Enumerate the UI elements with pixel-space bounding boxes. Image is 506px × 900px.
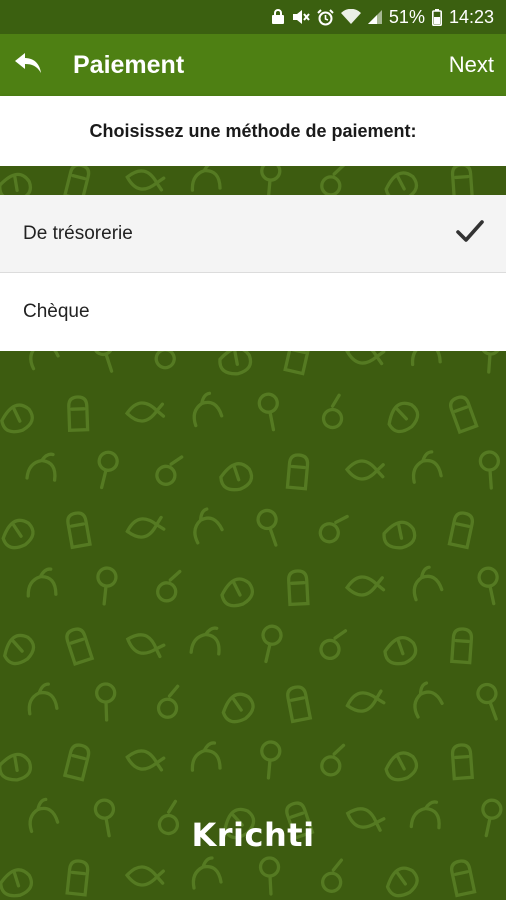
food-doodle [447, 511, 475, 550]
food-doodle [320, 166, 346, 197]
food-doodle [478, 450, 500, 490]
food-doodle [156, 684, 180, 719]
payment-method-prompt: Choisissez une méthode de paiement: [0, 96, 506, 166]
food-doodle [383, 635, 418, 666]
food-doodle [155, 455, 184, 486]
food-doodle [382, 520, 417, 550]
food-doodle [125, 515, 166, 539]
food-doodle [97, 450, 119, 490]
food-doodle [124, 401, 166, 423]
clock-time: 14:23 [448, 6, 494, 27]
food-doodle [260, 740, 282, 780]
food-doodle [385, 866, 419, 898]
food-doodle [345, 689, 386, 713]
food-doodle [192, 391, 224, 428]
food-doodle [156, 569, 182, 603]
mute-icon [292, 9, 310, 25]
lock-icon [271, 9, 285, 25]
food-doodle [321, 858, 344, 893]
alarm-icon [317, 8, 334, 26]
food-doodle [477, 566, 499, 606]
payment-option-cheque[interactable]: Chèque [0, 273, 506, 351]
food-doodle [321, 393, 344, 430]
food-doodle [191, 856, 223, 890]
food-doodle [193, 507, 224, 545]
food-doodle [344, 459, 385, 481]
food-doodle [261, 624, 283, 664]
food-doodle [67, 395, 90, 433]
food-doodle [257, 392, 279, 432]
food-doodle [260, 166, 282, 200]
food-doodle [125, 169, 166, 192]
food-doodle [26, 567, 58, 598]
food-doodle [450, 166, 474, 201]
food-doodle [65, 859, 90, 897]
food-doodle [449, 859, 477, 898]
back-button[interactable] [0, 34, 56, 96]
checkmark-icon [456, 219, 484, 249]
food-doodle [344, 575, 386, 597]
food-doodle [318, 514, 349, 544]
food-doodle [125, 633, 166, 659]
food-doodle [62, 743, 91, 782]
payment-option-label: De trésorerie [23, 222, 133, 244]
food-doodle [450, 743, 474, 781]
food-doodle [413, 681, 444, 719]
food-doodle [190, 741, 222, 772]
food-doodle [387, 401, 420, 434]
food-doodle [450, 627, 474, 665]
food-doodle [412, 565, 444, 602]
food-doodle [449, 395, 479, 435]
food-doodle [286, 685, 313, 724]
food-doodle [411, 450, 443, 484]
food-doodle [476, 682, 498, 721]
battery-percent: 51% [388, 6, 425, 27]
food-doodle [95, 682, 117, 722]
payment-option-cash[interactable]: De trésorerie [0, 195, 506, 273]
food-doodle [125, 749, 166, 772]
food-doodle [287, 569, 310, 607]
food-doodle [0, 403, 34, 434]
food-doodle [220, 577, 255, 608]
payment-options-list: De trésorerie Chèque [0, 195, 506, 351]
food-doodle [258, 856, 281, 896]
food-doodle [384, 751, 419, 782]
app-bar: Paiement Next [0, 34, 506, 96]
food-doodle [320, 743, 346, 777]
payment-option-label: Chèque [23, 301, 90, 322]
back-arrow-icon [14, 52, 42, 79]
food-doodle [319, 629, 348, 661]
food-doodle [124, 865, 165, 887]
battery-icon [431, 8, 442, 26]
signal-icon [367, 9, 382, 25]
food-doodle [0, 868, 33, 898]
food-doodle [190, 166, 222, 192]
status-bar: 51% 14:23 [0, 0, 506, 34]
food-doodle [27, 682, 59, 716]
page-title: Paiement [73, 50, 185, 79]
food-doodle [221, 692, 255, 724]
brand-logo: Krichti [191, 816, 315, 854]
food-doodle [219, 462, 254, 492]
food-doodle [256, 508, 278, 547]
food-doodle [1, 518, 35, 550]
food-doodle [25, 452, 57, 482]
next-button[interactable]: Next [449, 34, 494, 96]
food-doodle [189, 626, 221, 656]
food-doodle [65, 627, 95, 666]
food-doodle [285, 453, 310, 491]
food-doodle [96, 566, 118, 606]
food-doodle [66, 511, 92, 550]
food-doodle [3, 633, 36, 666]
food-doodle [0, 752, 33, 782]
wifi-icon [340, 9, 361, 25]
